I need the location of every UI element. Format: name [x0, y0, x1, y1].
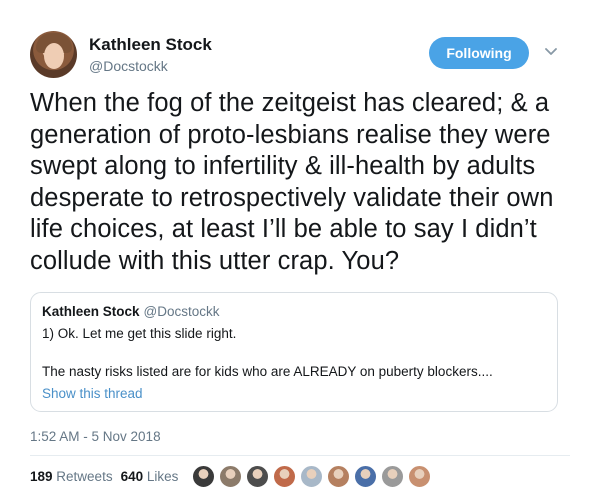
retweets-count: 189 [30, 469, 53, 484]
quoted-author-handle: @Docstockk [143, 304, 220, 319]
tweet-text: When the fog of the zeitgeist has cleare… [30, 89, 554, 275]
divider [30, 455, 570, 456]
likes-count: 640 [120, 469, 144, 484]
liker-avatar[interactable] [381, 465, 404, 488]
retweets-label: Retweets [56, 469, 113, 484]
liker-avatar[interactable] [246, 465, 269, 488]
author-name[interactable]: Kathleen Stock [89, 35, 212, 55]
liker-avatar[interactable] [273, 465, 296, 488]
liker-avatar[interactable] [192, 465, 215, 488]
tweet-card: Kathleen Stock @Docstockk Following When… [0, 0, 600, 501]
quoted-tweet-line-1: 1) Ok. Let me get this slide right. [42, 326, 237, 341]
likes-stat[interactable]: 640 Likes [121, 469, 179, 484]
chevron-down-glyph [545, 48, 557, 55]
quoted-tweet-line-2: The nasty risks listed are for kids who … [42, 364, 493, 379]
retweets-stat[interactable]: 189 Retweets [30, 469, 113, 484]
liker-avatar[interactable] [354, 465, 377, 488]
liker-avatar[interactable] [300, 465, 323, 488]
likes-label: Likes [146, 469, 179, 484]
chevron-down-icon[interactable] [543, 44, 559, 60]
tweet-stats: 189 Retweets 640 Likes [30, 469, 178, 484]
following-button[interactable]: Following [429, 37, 529, 69]
liker-avatar[interactable] [408, 465, 431, 488]
author-handle[interactable]: @Docstockk [89, 58, 168, 74]
liker-avatar[interactable] [219, 465, 242, 488]
author-avatar[interactable] [30, 31, 77, 78]
quoted-tweet[interactable]: Kathleen Stock @Docstockk 1) Ok. Let me g… [30, 292, 558, 412]
quoted-tweet-header: Kathleen Stock @Docstockk [42, 304, 220, 319]
liker-avatar[interactable] [327, 465, 350, 488]
quoted-author-name: Kathleen Stock [42, 304, 140, 319]
avatar-face [44, 43, 64, 69]
tweet-timestamp[interactable]: 1:52 AM - 5 Nov 2018 [30, 429, 161, 444]
show-thread-link[interactable]: Show this thread [42, 386, 143, 401]
